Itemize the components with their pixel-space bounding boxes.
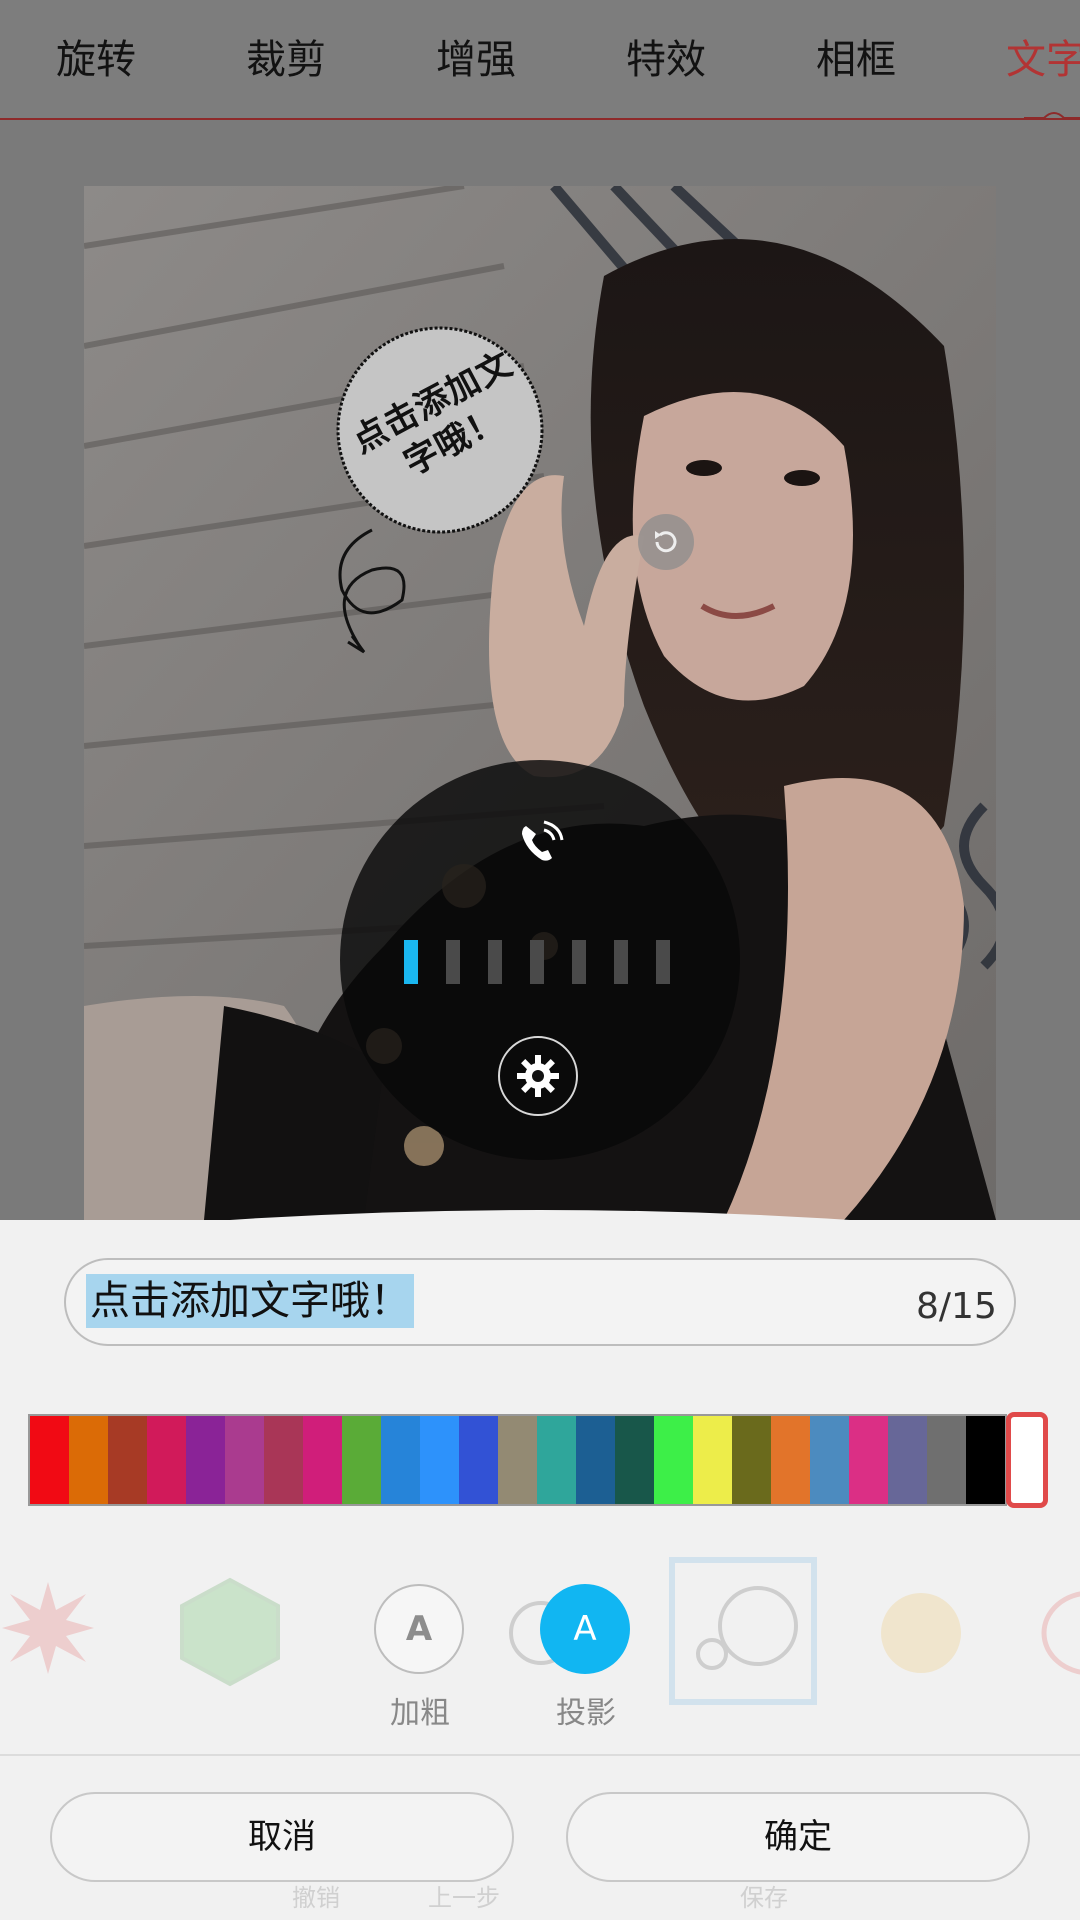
volume-settings-button[interactable]: [498, 1036, 578, 1116]
bold-toggle-button[interactable]: A: [374, 1584, 464, 1674]
color-swatch-white-selected[interactable]: [1006, 1412, 1048, 1508]
tab-enhance[interactable]: 增强: [436, 30, 516, 90]
color-swatch[interactable]: [186, 1416, 225, 1504]
color-swatch[interactable]: [264, 1416, 303, 1504]
color-swatch[interactable]: [693, 1416, 732, 1504]
color-swatch[interactable]: [849, 1416, 888, 1504]
undo-label-faded: 撤销: [292, 1884, 340, 1912]
volume-step: [404, 940, 418, 984]
color-swatch[interactable]: [420, 1416, 459, 1504]
hexagon-sticker-icon: [180, 1577, 280, 1687]
gear-icon: [517, 1055, 559, 1097]
color-swatch[interactable]: [654, 1416, 693, 1504]
prev-label-faded: 上一步: [428, 1884, 500, 1912]
volume-step: [488, 940, 502, 984]
bubble-sticker-icon: [669, 1557, 817, 1705]
color-swatch[interactable]: [303, 1416, 342, 1504]
color-swatch[interactable]: [30, 1416, 69, 1504]
text-input-value[interactable]: 点击添加文字哦！: [86, 1274, 414, 1328]
bold-glyph: A: [405, 1609, 433, 1649]
shadow-label: 投影: [556, 1696, 616, 1731]
cloud-sticker-icon: [881, 1593, 961, 1673]
tab-text[interactable]: 文字: [1006, 30, 1080, 90]
volume-step: [446, 940, 460, 984]
volume-level-bars: [404, 940, 670, 984]
tab-frame[interactable]: 相框: [816, 30, 896, 90]
color-swatch[interactable]: [459, 1416, 498, 1504]
color-swatch[interactable]: [576, 1416, 615, 1504]
volume-step: [530, 940, 544, 984]
color-swatch[interactable]: [147, 1416, 186, 1504]
color-swatch[interactable]: [888, 1416, 927, 1504]
tab-effects[interactable]: 特效: [626, 30, 706, 90]
color-palette[interactable]: [28, 1414, 1007, 1506]
cancel-button[interactable]: 取消: [50, 1792, 514, 1882]
color-swatch[interactable]: [108, 1416, 147, 1504]
volume-step: [656, 940, 670, 984]
starburst-sticker-icon: [2, 1582, 94, 1674]
confirm-button[interactable]: 确定: [566, 1792, 1030, 1882]
color-swatch[interactable]: [342, 1416, 381, 1504]
ellipse-sticker-icon: [1041, 1591, 1080, 1675]
color-swatch[interactable]: [225, 1416, 264, 1504]
bold-label: 加粗: [390, 1696, 450, 1731]
shadow-glyph: A: [573, 1609, 597, 1649]
color-swatch[interactable]: [615, 1416, 654, 1504]
active-tab-indicator: [1024, 112, 1080, 119]
save-label-faded: 保存: [740, 1884, 788, 1912]
tab-rotate[interactable]: 旋转: [56, 30, 136, 90]
color-swatch[interactable]: [498, 1416, 537, 1504]
color-swatch[interactable]: [927, 1416, 966, 1504]
shadow-toggle-button[interactable]: A: [540, 1584, 630, 1674]
color-swatch[interactable]: [537, 1416, 576, 1504]
divider: [0, 1754, 1080, 1756]
tab-bar: 旋转 裁剪 增强 特效 相框 文字: [0, 0, 1080, 120]
color-swatch[interactable]: [966, 1416, 1005, 1504]
phone-volume-icon: [522, 820, 564, 861]
volume-step: [572, 940, 586, 984]
sticker-tail: [338, 528, 406, 654]
color-swatch[interactable]: [810, 1416, 849, 1504]
tab-crop[interactable]: 裁剪: [246, 30, 326, 90]
color-swatch[interactable]: [732, 1416, 771, 1504]
rotate-handle[interactable]: [638, 514, 694, 570]
volume-step: [614, 940, 628, 984]
color-swatch[interactable]: [381, 1416, 420, 1504]
rotate-icon: [655, 531, 677, 553]
color-swatch[interactable]: [771, 1416, 810, 1504]
char-counter: 8/15: [916, 1286, 997, 1327]
color-swatch[interactable]: [69, 1416, 108, 1504]
